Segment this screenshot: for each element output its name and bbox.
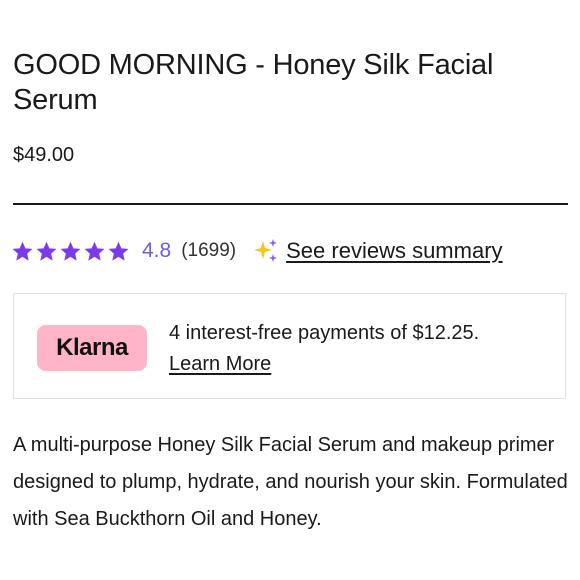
product-description: A multi-purpose Honey Silk Facial Serum …	[13, 434, 568, 530]
review-count: (1699)	[181, 240, 237, 261]
rating-value: 4.8	[142, 239, 172, 262]
divider	[13, 203, 568, 205]
rating-row: 4.8 (1699) See reviews summary	[11, 234, 503, 268]
product-title: GOOD MORNING - Honey Silk Facial Serum	[13, 49, 494, 116]
learn-more-link[interactable]: Learn More	[169, 349, 271, 380]
sparkle-icon	[254, 239, 278, 262]
star-icon	[36, 241, 57, 261]
star-icon	[60, 241, 81, 261]
klarna-promo: Klarna 4 interest-free payments of $12.2…	[13, 293, 566, 399]
klarna-message-block: 4 interest-free payments of $12.25. Lear…	[169, 318, 479, 380]
star-icon	[108, 241, 129, 261]
star-rating	[11, 240, 130, 263]
see-reviews-summary-link[interactable]: See reviews summary	[286, 238, 502, 264]
product-price: $49.00	[13, 144, 75, 166]
klarna-message: 4 interest-free payments of $12.25.	[169, 322, 480, 344]
klarna-logo: Klarna	[37, 325, 147, 371]
star-icon	[12, 241, 33, 261]
star-icon	[84, 241, 105, 261]
